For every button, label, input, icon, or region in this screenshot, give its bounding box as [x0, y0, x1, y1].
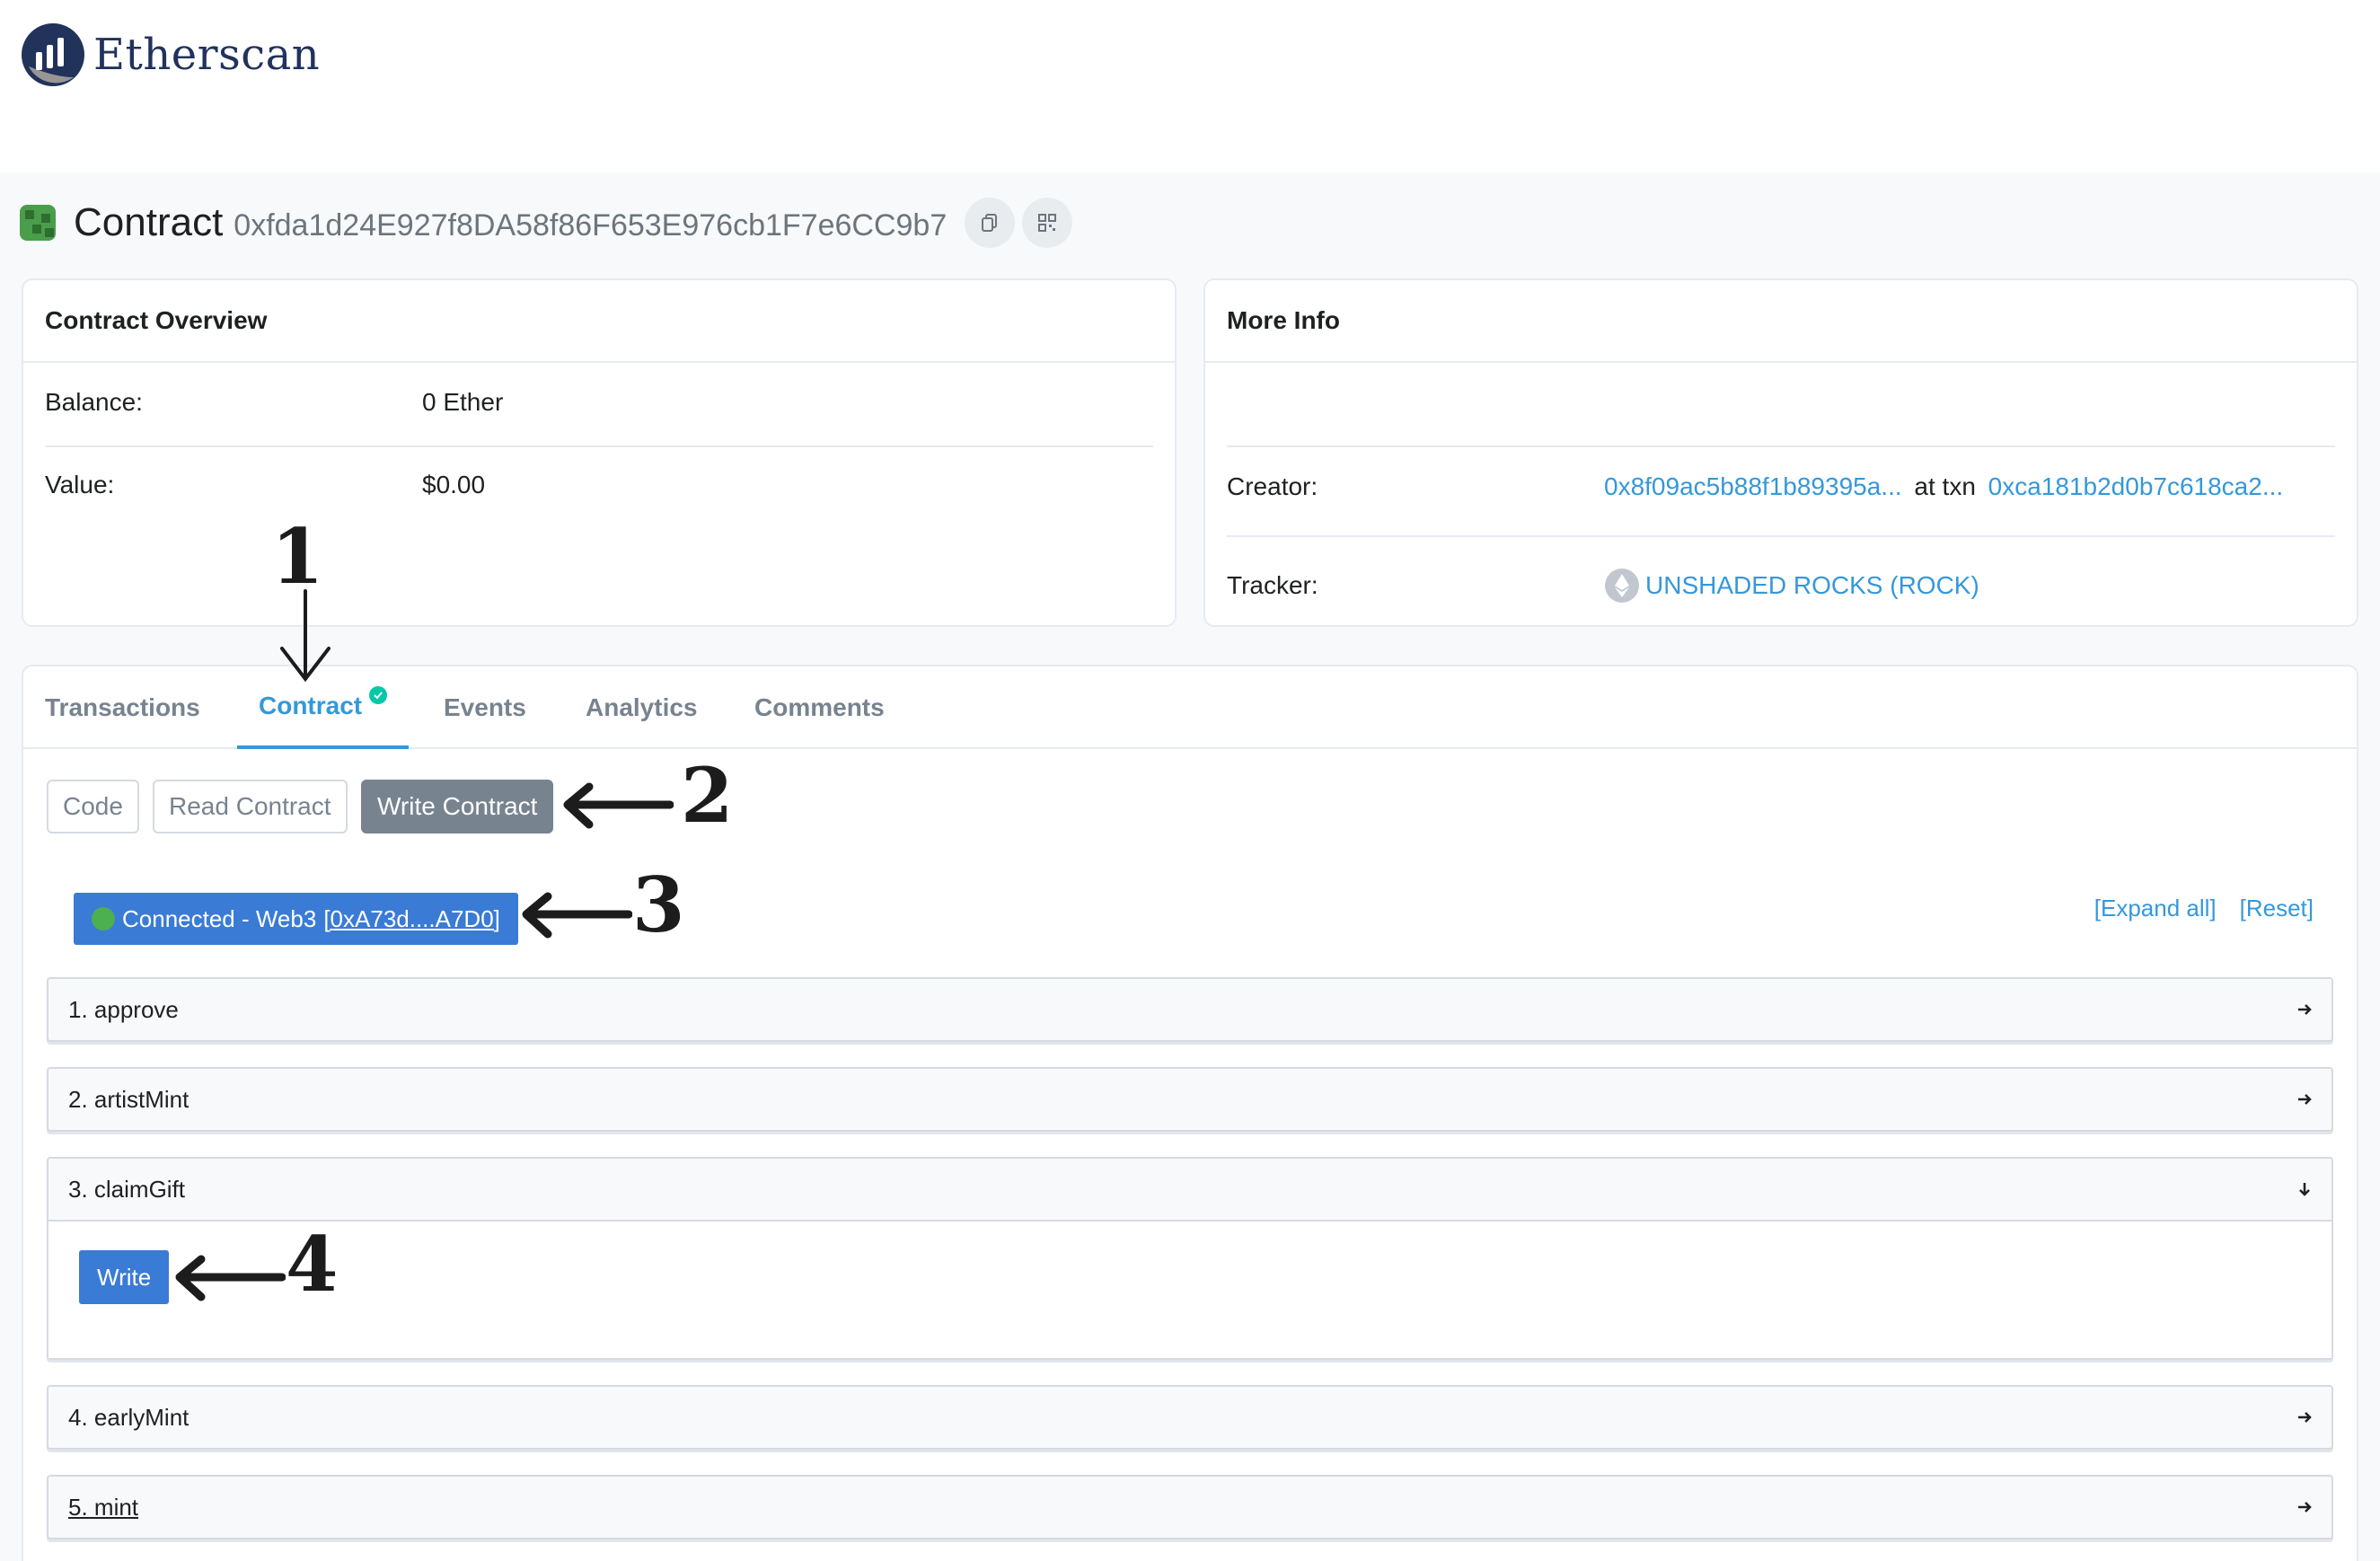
claimgift-body: Write	[48, 1220, 2332, 1358]
function-label: 2. artistMint	[68, 1085, 190, 1113]
value-row: Value: $0.00	[45, 471, 1153, 499]
value-label: Value:	[45, 471, 115, 498]
arrow-right-icon	[2298, 1412, 2312, 1423]
claimgift-write-button[interactable]: Write	[79, 1250, 170, 1304]
arrow-right-icon	[2298, 1502, 2312, 1512]
balance-row: Balance: 0 Ether	[45, 388, 1153, 417]
annotation-arrow-left	[563, 782, 674, 829]
divider	[1227, 535, 2335, 537]
expand-all-link[interactable]: [Expand all]	[2094, 895, 2217, 922]
etherscan-logo-icon	[22, 23, 84, 86]
tab-analytics[interactable]: Analytics	[586, 666, 698, 749]
arrow-right-icon	[2298, 1004, 2312, 1015]
web3-connected-button[interactable]: Connected - Web3 [0xA73d....A7D0]	[74, 893, 518, 945]
verified-check-icon	[369, 686, 388, 704]
divider	[1227, 445, 2335, 447]
tab-comments[interactable]: Comments	[754, 666, 885, 749]
more-info-header: More Info	[1205, 280, 2357, 363]
function-claimgift[interactable]: 3. claimGift Write	[47, 1157, 2333, 1360]
divider	[45, 445, 1153, 447]
tab-label: Comments	[754, 693, 885, 721]
reset-link[interactable]: [Reset]	[2240, 895, 2314, 922]
more-info-card: More Info Creator: 0x8f09ac5b88f1b89395a…	[1203, 278, 2358, 627]
contract-overview-card: Contract Overview Balance: 0 Ether Value…	[22, 278, 1177, 627]
annotation-number: 4	[286, 1220, 339, 1309]
brand-name: Etherscan	[93, 30, 321, 80]
annotation-arrow-down	[280, 589, 331, 683]
code-button[interactable]: Code	[47, 780, 139, 833]
tab-label: Transactions	[45, 693, 200, 721]
annotation-number: 3	[632, 860, 685, 949]
annotation-arrow-left	[522, 892, 632, 939]
arrow-right-icon	[2298, 1094, 2312, 1105]
balance-label: Balance:	[45, 388, 143, 416]
page-title: Contract	[74, 200, 224, 244]
function-label: 4. earlyMint	[68, 1403, 190, 1431]
function-label: 3. claimGift	[68, 1175, 186, 1203]
ethereum-token-icon	[1605, 569, 1639, 603]
tab-events[interactable]: Events	[444, 666, 526, 749]
annotation-number: 1	[271, 512, 324, 601]
annotation-arrow-left	[175, 1255, 286, 1301]
etherscan-logo[interactable]: Etherscan	[20, 22, 320, 88]
function-label: 5. mint	[68, 1493, 139, 1521]
function-label: 1. approve	[68, 995, 179, 1023]
value-value: $0.00	[422, 471, 486, 498]
creator-row: Creator: 0x8f09ac5b88f1b89395a... at txn…	[1227, 472, 2335, 501]
qr-code-button[interactable]	[1022, 198, 1073, 248]
contract-title-row: Contract 0xfda1d24E927f8DA58f86F653E976c…	[20, 196, 1073, 250]
function-approve[interactable]: 1. approve	[47, 977, 2333, 1042]
connected-wallet-address[interactable]: [0xA73d....A7D0]	[323, 905, 500, 933]
function-earlymint[interactable]: 4. earlyMint	[47, 1385, 2333, 1450]
tab-transactions[interactable]: Transactions	[45, 666, 200, 749]
connection-status-icon	[92, 907, 115, 930]
tab-label: Events	[444, 693, 526, 721]
balance-value: 0 Ether	[422, 388, 504, 416]
tab-bar: Transactions Contract Events Analytics C…	[23, 666, 2357, 749]
contract-address: 0xfda1d24E927f8DA58f86F653E976cb1F7e6CC9…	[234, 207, 948, 243]
tracker-row: Tracker: UNSHADED ROCKS (ROCK)	[1227, 568, 2335, 604]
copy-icon	[982, 214, 998, 232]
tracker-link[interactable]: UNSHADED ROCKS (ROCK)	[1645, 571, 1979, 600]
copy-address-button[interactable]	[965, 198, 1016, 248]
tab-label: Analytics	[586, 693, 698, 721]
accordion-actions: [Expand all] [Reset]	[2094, 895, 2314, 922]
contract-overview-header: Contract Overview	[23, 280, 1175, 363]
function-mint[interactable]: 5. mint	[47, 1475, 2333, 1539]
tab-label: Contract	[259, 692, 363, 719]
top-navbar: Etherscan	[0, 0, 2380, 172]
creator-address-link[interactable]: 0x8f09ac5b88f1b89395a...	[1604, 472, 1902, 500]
creator-label: Creator:	[1227, 472, 1318, 500]
arrow-down-icon	[2299, 1183, 2310, 1196]
qr-code-icon	[1038, 214, 1057, 232]
connection-status: Connected - Web3	[122, 904, 317, 932]
contract-avatar	[20, 205, 56, 241]
annotation-number: 2	[681, 751, 734, 840]
tracker-label: Tracker:	[1227, 571, 1318, 599]
at-txn-label: at txn	[1914, 472, 1976, 500]
write-contract-button[interactable]: Write Contract	[361, 780, 554, 833]
read-contract-button[interactable]: Read Contract	[153, 780, 348, 833]
contract-tabs-card: Transactions Contract Events Analytics C…	[22, 665, 2358, 1561]
function-artistmint[interactable]: 2. artistMint	[47, 1067, 2333, 1132]
creator-txn-link[interactable]: 0xca181b2d0b7c618ca2...	[1988, 472, 2284, 500]
